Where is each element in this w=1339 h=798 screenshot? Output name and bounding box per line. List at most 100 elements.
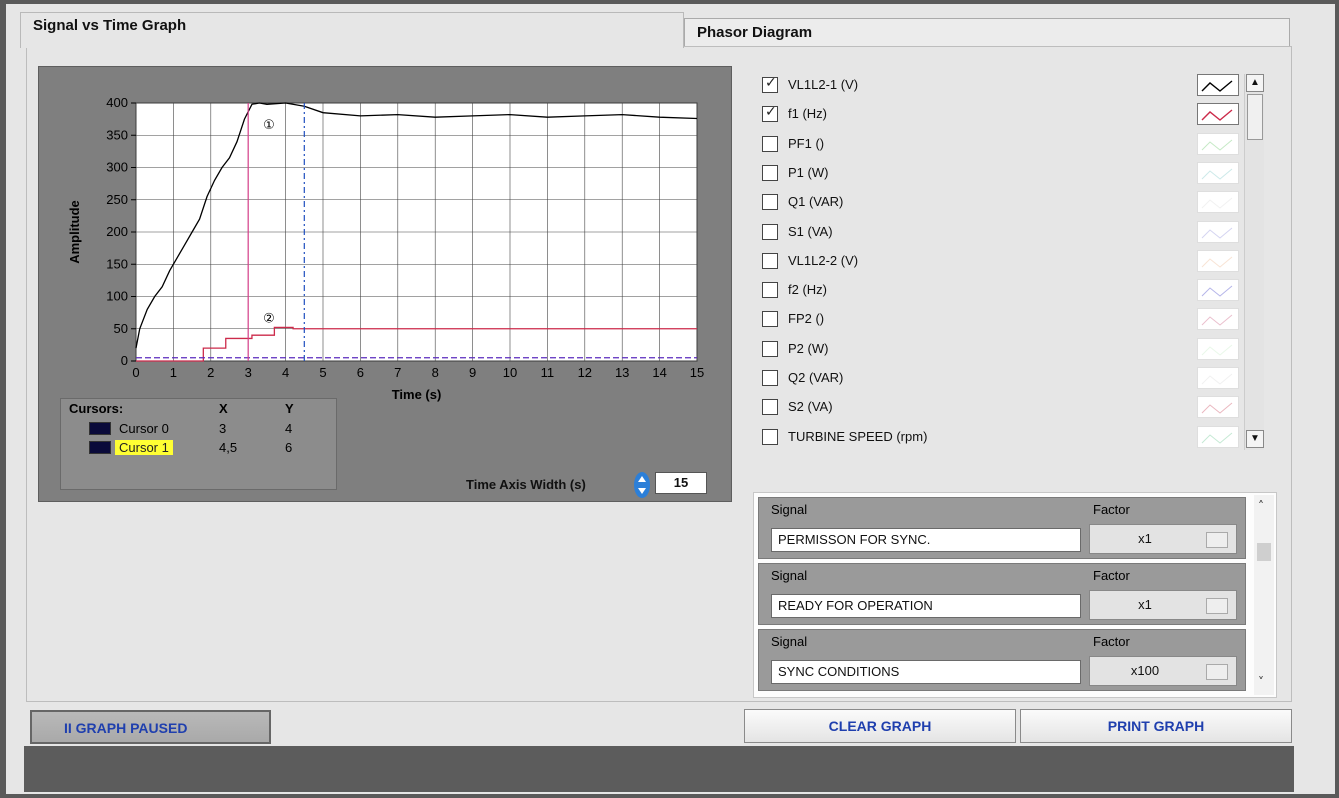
cursor-0-y: 4 xyxy=(285,421,293,436)
plot-legend-swatch[interactable] xyxy=(1197,220,1239,243)
cursor-0-swatch[interactable] xyxy=(89,422,111,435)
signal-row[interactable]: Q1 (VAR) xyxy=(762,191,1202,213)
plot-legend-swatch[interactable] xyxy=(1197,337,1239,360)
signal-label: Q1 (VAR) xyxy=(788,194,844,210)
signal-name-field[interactable]: SYNC CONDITIONS xyxy=(771,660,1081,684)
tab-signal-vs-time[interactable]: Signal vs Time Graph xyxy=(20,12,684,48)
signal-array-item: Signal Factor PERMISSON FOR SYNC. x1 xyxy=(758,497,1246,559)
time-axis-width-spinner[interactable] xyxy=(634,472,650,498)
graph-paused-button[interactable]: II GRAPH PAUSED xyxy=(30,710,271,744)
signal-label: S1 (VA) xyxy=(788,223,833,239)
signal-row[interactable]: VL1L2-2 (V) xyxy=(762,250,1202,272)
signal-checkbox[interactable] xyxy=(762,135,778,152)
signal-label: P1 (W) xyxy=(788,164,829,180)
signal-array-scrollbar[interactable]: ˄ ˅ xyxy=(1254,495,1274,695)
plot-legend-swatch[interactable] xyxy=(1197,191,1239,214)
signal-checkbox[interactable] xyxy=(762,340,778,357)
print-graph-button[interactable]: PRINT GRAPH xyxy=(1020,709,1292,743)
signal-row[interactable]: TURBINE SPEED (rpm) xyxy=(762,426,1202,448)
chevron-up-icon[interactable]: ˄ xyxy=(1258,499,1264,513)
signal-checkbox[interactable] xyxy=(762,75,778,93)
x-tick-label: 7 xyxy=(394,365,401,380)
signal-checkbox[interactable] xyxy=(762,370,778,386)
cursor-1-swatch[interactable] xyxy=(89,441,111,454)
y-tick-label: 0 xyxy=(121,353,128,368)
dropdown-icon[interactable] xyxy=(1206,598,1228,614)
signal-row[interactable]: Q2 (VAR) xyxy=(762,367,1202,389)
signal-label: VL1L2-2 (V) xyxy=(788,252,859,268)
plot-legend-swatch[interactable] xyxy=(1197,103,1239,126)
scroll-thumb[interactable] xyxy=(1257,543,1271,561)
dropdown-icon[interactable] xyxy=(1206,664,1228,680)
plot-legend-swatch[interactable] xyxy=(1197,425,1239,448)
signal-row[interactable]: f2 (Hz) xyxy=(762,279,1202,301)
signal-row[interactable]: P1 (W) xyxy=(762,162,1202,184)
time-axis-width-input[interactable]: 15 xyxy=(655,472,707,494)
factor-selector[interactable]: x1 xyxy=(1089,524,1237,554)
x-tick-label: 8 xyxy=(432,365,439,380)
signal-checkbox[interactable] xyxy=(762,194,778,211)
cursor-1-name[interactable]: Cursor 1 xyxy=(115,440,173,455)
x-tick-label: 14 xyxy=(652,365,666,380)
signal-checkbox[interactable] xyxy=(762,282,778,299)
x-tick-label: 3 xyxy=(245,365,252,380)
scroll-up-icon[interactable]: ▲ xyxy=(1246,74,1264,92)
cursors-col-y: Y xyxy=(285,401,294,416)
y-tick-label: 200 xyxy=(106,224,128,239)
signal-checkbox[interactable] xyxy=(762,428,778,445)
plot-legend-swatch[interactable] xyxy=(1197,249,1239,272)
signal-label: P2 (W) xyxy=(788,340,829,356)
plot-legend-swatch[interactable] xyxy=(1197,396,1239,419)
signal-checkbox[interactable] xyxy=(762,104,778,123)
tab-phasor-diagram[interactable]: Phasor Diagram xyxy=(684,18,1290,48)
plot-legend-swatch[interactable] xyxy=(1197,367,1239,389)
signal-checkbox[interactable] xyxy=(762,252,778,269)
signal-row[interactable]: S2 (VA) xyxy=(762,396,1202,418)
plot-legend-swatch[interactable] xyxy=(1197,161,1239,184)
x-tick-label: 15 xyxy=(690,365,704,380)
marker-2-label: ② xyxy=(263,311,275,326)
cursors-col-x: X xyxy=(219,401,228,416)
cursor-legend: Cursors: X Y Cursor 0 3 4 Cursor 1 4,5 6 xyxy=(60,398,337,490)
plot-legend-swatch[interactable] xyxy=(1197,132,1239,155)
signal-row[interactable]: FP2 () xyxy=(762,308,1202,330)
x-tick-label: 9 xyxy=(469,365,476,380)
signal-row[interactable]: VL1L2-1 (V) xyxy=(762,74,1202,96)
chevron-down-icon[interactable]: ˅ xyxy=(1258,675,1264,689)
signal-row[interactable]: P2 (W) xyxy=(762,338,1202,360)
x-tick-label: 6 xyxy=(357,365,364,380)
scroll-thumb[interactable] xyxy=(1247,94,1263,140)
signal-row[interactable]: S1 (VA) xyxy=(762,221,1202,243)
signal-list-scrollbar[interactable]: ▲ ▼ xyxy=(1244,74,1264,450)
factor-label: Factor xyxy=(1093,568,1130,583)
y-tick-label: 350 xyxy=(106,127,128,142)
x-axis-label: Time (s) xyxy=(392,387,442,402)
signal-selection-list: ▲ ▼ VL1L2-1 (V) f1 (Hz) PF1 () P1 (W) Q1 (VA… xyxy=(754,66,1279,456)
clear-graph-button[interactable]: CLEAR GRAPH xyxy=(744,709,1016,743)
factor-label: Factor xyxy=(1093,634,1130,649)
signal-factor-array: Signal Factor PERMISSON FOR SYNC. x1 Sig… xyxy=(753,492,1277,698)
scroll-down-icon[interactable]: ▼ xyxy=(1246,430,1264,448)
signal-checkbox[interactable] xyxy=(762,164,778,181)
signal-row[interactable]: PF1 () xyxy=(762,133,1202,155)
signal-label: f2 (Hz) xyxy=(788,282,827,298)
y-tick-label: 50 xyxy=(114,321,128,336)
signal-row[interactable]: f1 (Hz) xyxy=(762,103,1202,125)
signal-label: Signal xyxy=(771,502,808,517)
signal-checkbox[interactable] xyxy=(762,311,778,328)
signal-checkbox[interactable] xyxy=(762,399,778,416)
cursor-0-name[interactable]: Cursor 0 xyxy=(119,421,169,436)
signal-checkbox[interactable] xyxy=(762,223,778,240)
y-tick-label: 300 xyxy=(106,160,128,175)
plot-legend-swatch[interactable] xyxy=(1197,308,1239,331)
plot-legend-swatch[interactable] xyxy=(1197,74,1239,96)
dropdown-icon[interactable] xyxy=(1206,532,1228,548)
signal-name-field[interactable]: PERMISSON FOR SYNC. xyxy=(771,528,1081,552)
signal-name-field[interactable]: READY FOR OPERATION xyxy=(771,594,1081,618)
cursor-0-x: 3 xyxy=(219,421,227,436)
tab-bar: Signal vs Time Graph Phasor Diagram xyxy=(20,12,1292,48)
x-tick-label: 0 xyxy=(132,365,139,380)
factor-selector[interactable]: x100 xyxy=(1089,656,1237,686)
factor-selector[interactable]: x1 xyxy=(1089,590,1237,620)
plot-legend-swatch[interactable] xyxy=(1197,279,1239,302)
